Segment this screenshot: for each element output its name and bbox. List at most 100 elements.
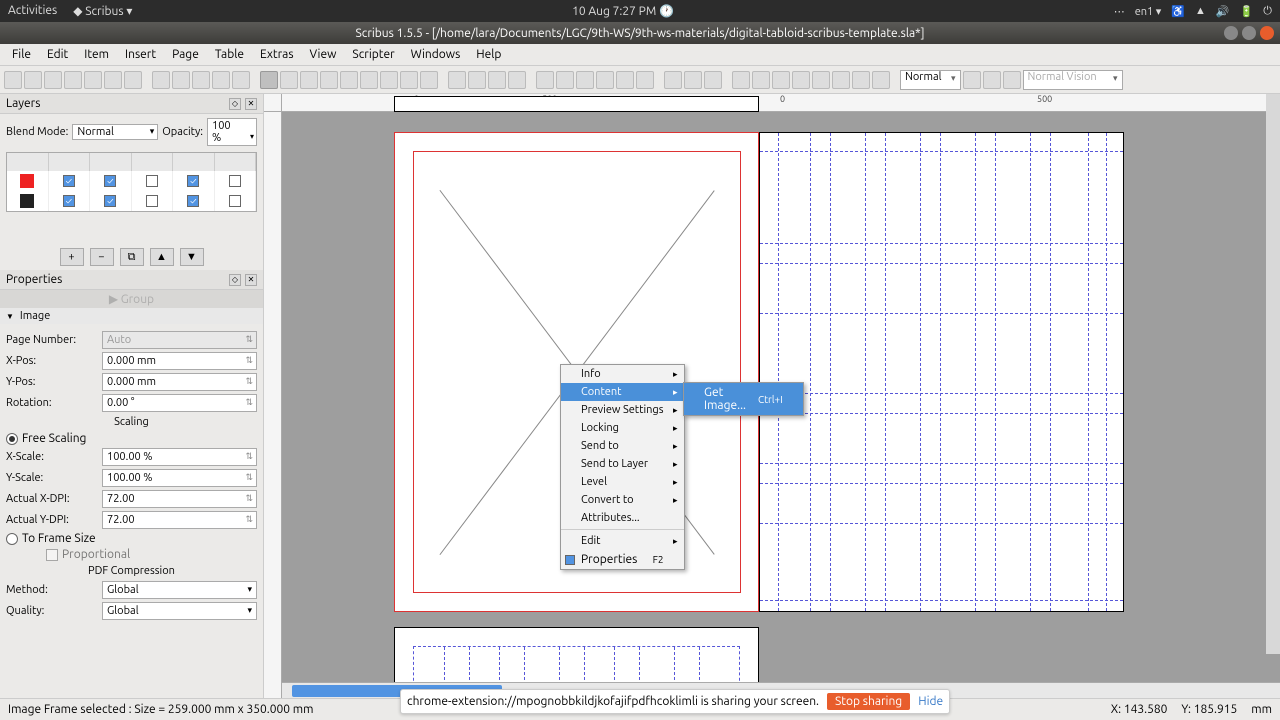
- tool-edit-contents[interactable]: [576, 71, 594, 89]
- tool-new[interactable]: [4, 71, 22, 89]
- props-close-button[interactable]: ✕: [245, 274, 257, 286]
- xscale-input[interactable]: 100.00 %: [102, 448, 257, 466]
- tool-pdf-radio[interactable]: [752, 71, 770, 89]
- page-num-input[interactable]: Auto: [102, 331, 257, 349]
- tool-line[interactable]: [448, 71, 466, 89]
- ydpi-input[interactable]: 72.00: [102, 511, 257, 529]
- tool-spiral[interactable]: [420, 71, 438, 89]
- tool-redo[interactable]: [172, 71, 190, 89]
- ruler-vertical[interactable]: [264, 112, 282, 698]
- ctx-info[interactable]: Info: [561, 365, 684, 383]
- page-right[interactable]: [759, 132, 1124, 612]
- page-next[interactable]: [394, 627, 759, 687]
- menu-file[interactable]: File: [4, 45, 39, 64]
- tool-copy-props[interactable]: [684, 71, 702, 89]
- tool-story-editor[interactable]: [596, 71, 614, 89]
- clock[interactable]: 10 Aug 7:27 PM 🕐: [132, 4, 1113, 18]
- tool-pdf-list[interactable]: [832, 71, 850, 89]
- tool-print[interactable]: [84, 71, 102, 89]
- tool-render-frame[interactable]: [320, 71, 338, 89]
- tool-unlink-frames[interactable]: [636, 71, 654, 89]
- tool-pdf-push[interactable]: [732, 71, 750, 89]
- preview-mode-select[interactable]: Normal: [900, 70, 961, 90]
- tool-paste[interactable]: [232, 71, 250, 89]
- tool-text-frame[interactable]: [280, 71, 298, 89]
- tool-pdf-link[interactable]: [872, 71, 890, 89]
- canvas-vscrollbar[interactable]: [1266, 94, 1280, 654]
- tool-close[interactable]: [64, 71, 82, 89]
- tool-link-frames[interactable]: [616, 71, 634, 89]
- hide-share-button[interactable]: Hide: [918, 695, 943, 708]
- menu-help[interactable]: Help: [468, 45, 509, 64]
- rotation-input[interactable]: 0.00 °: [102, 394, 257, 412]
- tool-copy[interactable]: [212, 71, 230, 89]
- tool-undo[interactable]: [152, 71, 170, 89]
- tool-save[interactable]: [44, 71, 62, 89]
- maximize-button[interactable]: [1242, 26, 1256, 40]
- menu-scripter[interactable]: Scripter: [344, 45, 402, 64]
- tool-measure[interactable]: [664, 71, 682, 89]
- layer-down-button[interactable]: ▼: [180, 248, 204, 266]
- layer-row[interactable]: [7, 171, 256, 191]
- yscale-input[interactable]: 100.00 %: [102, 469, 257, 487]
- tool-pdf-combo[interactable]: [812, 71, 830, 89]
- props-group-header[interactable]: ▶ Group: [0, 290, 263, 308]
- ctx-level[interactable]: Level: [561, 473, 684, 491]
- tool-rotate[interactable]: [536, 71, 554, 89]
- volume-icon[interactable]: 🔊: [1216, 5, 1230, 18]
- tool-pdf[interactable]: [124, 71, 142, 89]
- tool-eyedropper[interactable]: [704, 71, 722, 89]
- tool-image-frame[interactable]: [300, 71, 318, 89]
- ctx-send-to[interactable]: Send to: [561, 437, 684, 455]
- tool-arc[interactable]: [380, 71, 398, 89]
- a11y-icon[interactable]: ♿: [1171, 5, 1185, 18]
- stop-sharing-button[interactable]: Stop sharing: [827, 693, 910, 710]
- tool-open[interactable]: [24, 71, 42, 89]
- layer-up-button[interactable]: ▲: [150, 248, 174, 266]
- menu-page[interactable]: Page: [164, 45, 207, 64]
- layers-close-button[interactable]: ✕: [245, 98, 257, 110]
- tray-more-icon[interactable]: ⋯: [1114, 5, 1125, 18]
- power-icon[interactable]: ⏻: [1263, 5, 1272, 18]
- tool-preview[interactable]: [983, 71, 1001, 89]
- tool-zoom[interactable]: [556, 71, 574, 89]
- close-button[interactable]: [1260, 26, 1274, 40]
- ctx-locking[interactable]: Locking: [561, 419, 684, 437]
- tool-shape[interactable]: [360, 71, 378, 89]
- method-select[interactable]: Global: [102, 581, 257, 599]
- opacity-spinner[interactable]: 100 %: [207, 118, 257, 146]
- app-menu[interactable]: ◆ Scribus ▾: [73, 4, 132, 18]
- ctx-convert-to[interactable]: Convert to: [561, 491, 684, 509]
- quality-select[interactable]: Global: [102, 602, 257, 620]
- tool-cut[interactable]: [192, 71, 210, 89]
- tool-edit-in-preview[interactable]: [1003, 71, 1021, 89]
- layer-dup-button[interactable]: ⧉: [120, 248, 144, 266]
- ctx-get-image[interactable]: Get Image...Ctrl+I: [684, 383, 803, 415]
- vision-select[interactable]: Normal Vision: [1023, 70, 1123, 90]
- tool-polygon[interactable]: [400, 71, 418, 89]
- menu-windows[interactable]: Windows: [403, 45, 469, 64]
- minimize-button[interactable]: [1224, 26, 1238, 40]
- tool-pdf-annot[interactable]: [852, 71, 870, 89]
- network-icon[interactable]: ▲: [1195, 5, 1206, 17]
- menu-item[interactable]: Item: [76, 45, 117, 64]
- tool-pdf-text[interactable]: [772, 71, 790, 89]
- ctx-attributes[interactable]: Attributes...: [561, 509, 684, 527]
- menu-table[interactable]: Table: [207, 45, 252, 64]
- layer-row[interactable]: [7, 191, 256, 211]
- layer-add-button[interactable]: +: [60, 248, 84, 266]
- menu-edit[interactable]: Edit: [39, 45, 76, 64]
- xpos-input[interactable]: 0.000 mm: [102, 352, 257, 370]
- to-frame-radio[interactable]: [6, 533, 18, 545]
- ctx-edit[interactable]: Edit: [561, 532, 684, 550]
- ctx-preview-settings[interactable]: Preview Settings: [561, 401, 684, 419]
- props-float-button[interactable]: ◇: [229, 274, 241, 286]
- tool-freehand[interactable]: [488, 71, 506, 89]
- ypos-input[interactable]: 0.000 mm: [102, 373, 257, 391]
- tool-pdf-check[interactable]: [792, 71, 810, 89]
- tool-bezier[interactable]: [468, 71, 486, 89]
- tool-calligraphy[interactable]: [508, 71, 526, 89]
- ctx-content[interactable]: Content: [561, 383, 684, 401]
- battery-icon[interactable]: 🔋: [1240, 5, 1254, 18]
- lang-indicator[interactable]: en1 ▾: [1135, 5, 1162, 18]
